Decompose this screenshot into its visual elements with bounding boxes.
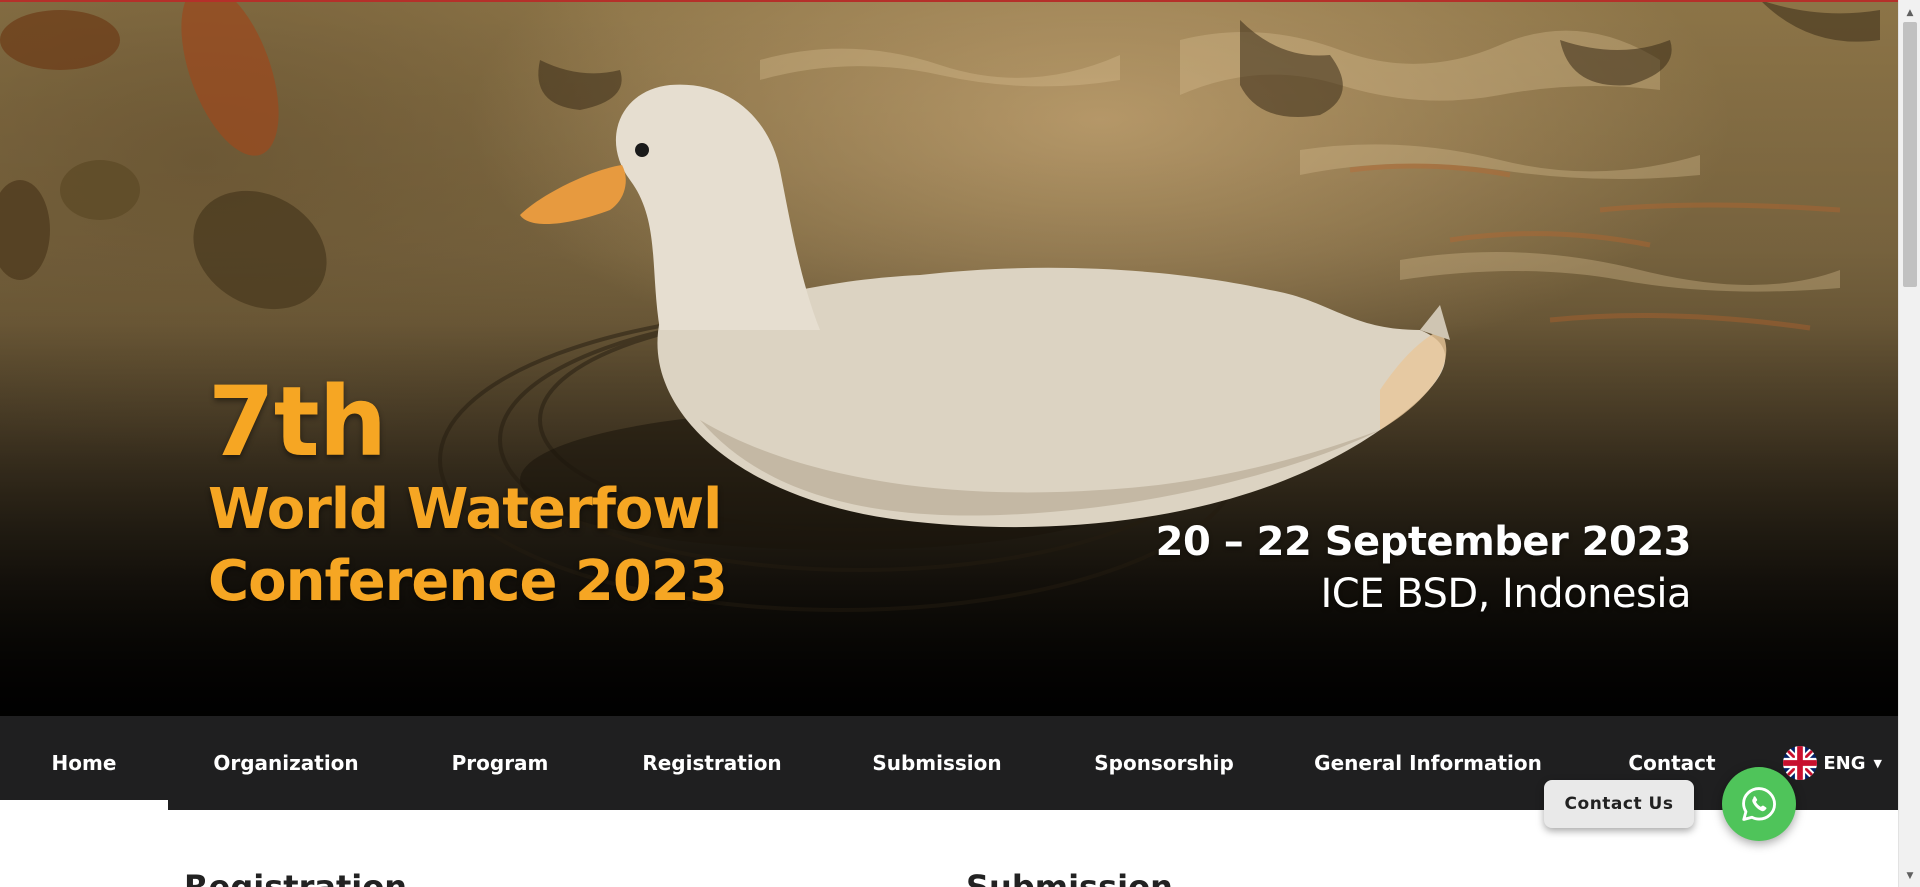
nav-registration[interactable]: Registration bbox=[596, 716, 828, 810]
hero-venue: ICE BSD, Indonesia bbox=[1320, 571, 1691, 617]
nav-general-information-label: General Information bbox=[1314, 751, 1542, 775]
nav-program-label: Program bbox=[451, 751, 549, 775]
nav-general-information[interactable]: General Information bbox=[1282, 716, 1574, 810]
submission-heading: Submission bbox=[966, 868, 1173, 887]
nav-home[interactable]: Home bbox=[0, 716, 168, 810]
nav-organization-label: Organization bbox=[213, 751, 359, 775]
nav-registration-label: Registration bbox=[642, 751, 782, 775]
hero-date: 20 – 22 September 2023 bbox=[1155, 519, 1692, 565]
nav-submission[interactable]: Submission bbox=[828, 716, 1046, 810]
caret-down-icon: ▼ bbox=[1873, 756, 1882, 770]
language-selector[interactable]: ENG ▼ bbox=[1783, 716, 1898, 810]
scroll-up-arrow-icon[interactable]: ▲ bbox=[1899, 4, 1920, 22]
hero-title-line-1: World Waterfowl bbox=[208, 477, 722, 542]
nav-home-label: Home bbox=[51, 751, 117, 775]
scrollbar-thumb[interactable] bbox=[1903, 22, 1917, 287]
whatsapp-button[interactable] bbox=[1722, 767, 1796, 841]
vertical-scrollbar[interactable]: ▲ ▼ bbox=[1898, 0, 1920, 887]
hero-title: 7th World Waterfowl Conference 2023 bbox=[208, 366, 728, 618]
uk-flag-icon bbox=[1783, 746, 1818, 780]
hero-banner: 7th World Waterfowl Conference 2023 20 –… bbox=[0, 0, 1898, 716]
hero-event-info: 20 – 22 September 2023 ICE BSD, Indonesi… bbox=[1155, 516, 1692, 620]
nav-sponsorship-label: Sponsorship bbox=[1094, 751, 1234, 775]
whatsapp-icon bbox=[1742, 787, 1776, 821]
nav-program[interactable]: Program bbox=[404, 716, 596, 810]
hero-title-line-2: Conference 2023 bbox=[208, 549, 728, 614]
language-label: ENG bbox=[1823, 752, 1866, 774]
contact-us-button[interactable]: Contact Us bbox=[1544, 780, 1694, 828]
nav-sponsorship[interactable]: Sponsorship bbox=[1046, 716, 1282, 810]
page: 7th World Waterfowl Conference 2023 20 –… bbox=[0, 0, 1920, 887]
registration-heading: Registration bbox=[184, 868, 407, 887]
nav-organization[interactable]: Organization bbox=[168, 716, 404, 810]
scroll-down-arrow-icon[interactable]: ▼ bbox=[1899, 867, 1920, 885]
nav-submission-label: Submission bbox=[872, 751, 1002, 775]
hero-ordinal: 7th bbox=[208, 366, 387, 478]
top-accent-line bbox=[0, 0, 1898, 2]
nav-contact-label: Contact bbox=[1628, 751, 1716, 775]
